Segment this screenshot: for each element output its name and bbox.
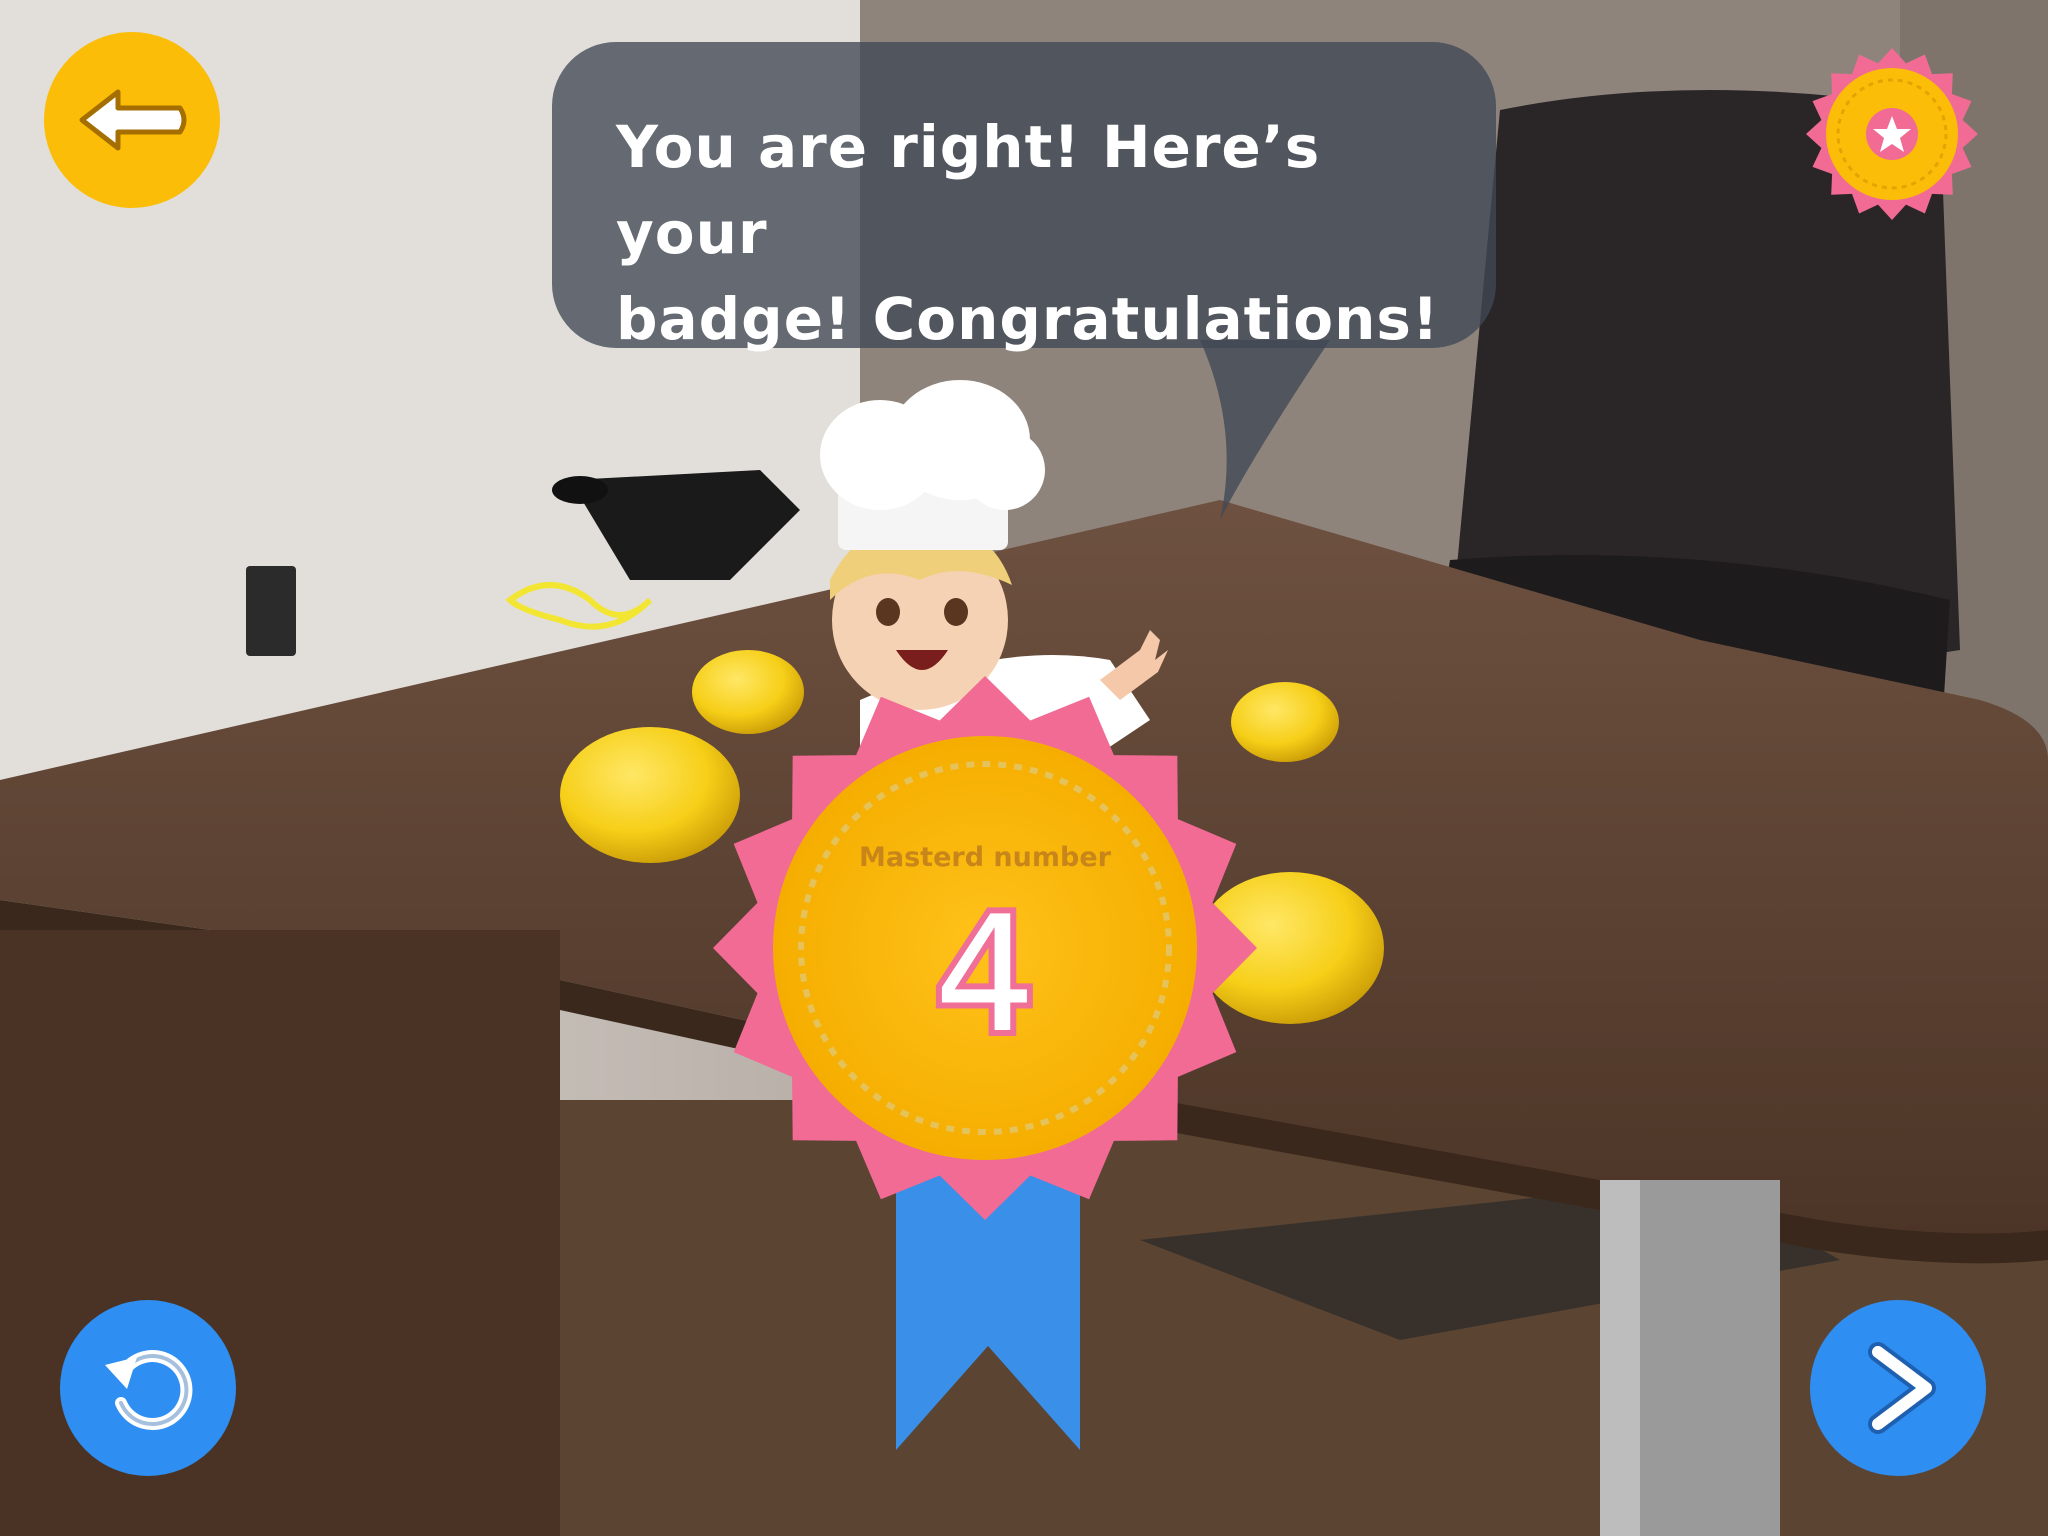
replay-icon — [105, 1350, 193, 1430]
lemon — [692, 650, 804, 734]
replay-button[interactable] — [60, 1300, 236, 1476]
arrow-left-icon — [79, 89, 187, 151]
dialog-text: You are right! Here’s your badge! Congra… — [616, 104, 1456, 362]
dialog-line-2: badge! Congratulations! — [616, 285, 1440, 353]
back-button[interactable] — [44, 32, 220, 208]
badges-button[interactable] — [1804, 46, 1980, 222]
chevron-right-icon — [1868, 1342, 1936, 1434]
badge-number: 4 — [928, 881, 1042, 1068]
next-button[interactable] — [1810, 1300, 1986, 1476]
star-badge-icon — [1806, 48, 1978, 220]
dialog-line-1: You are right! Here’s your — [616, 113, 1321, 267]
lemon — [1231, 682, 1339, 762]
badge-label: Masterd number — [859, 842, 1111, 873]
lemon — [560, 727, 740, 863]
